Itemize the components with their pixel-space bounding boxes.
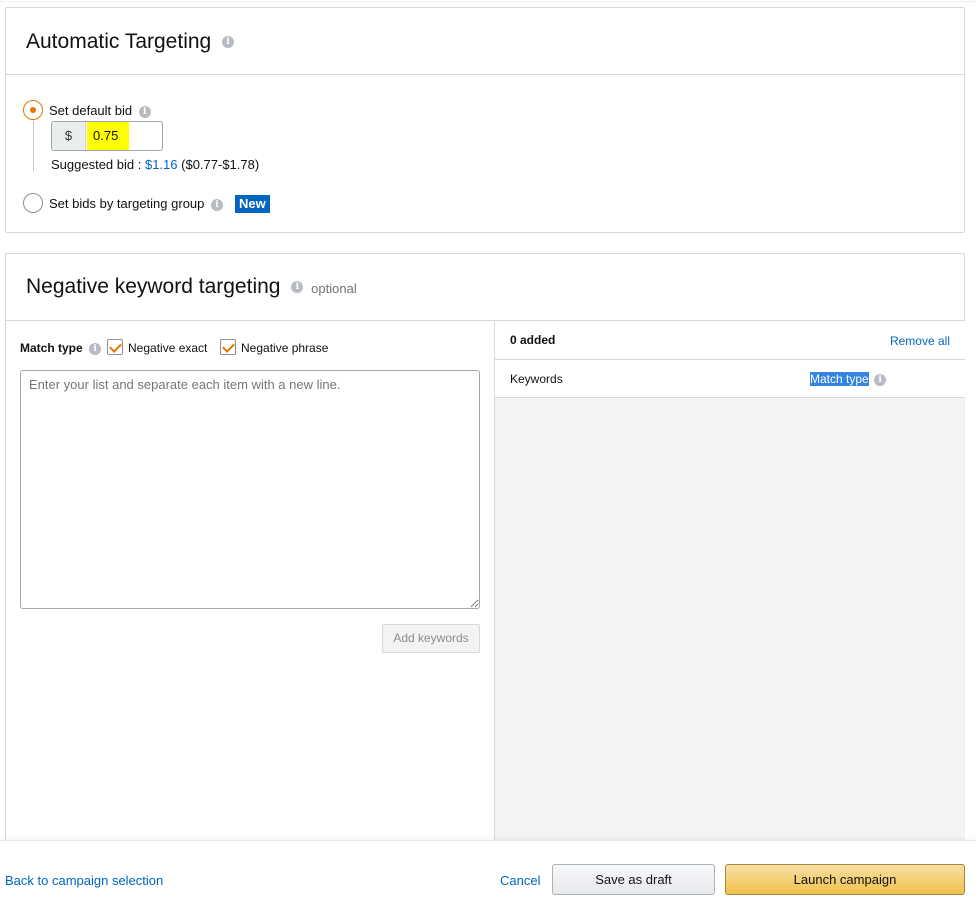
keyword-entry-pane: Match type i Negative exact Negative phr…	[6, 321, 494, 853]
bid-value[interactable]: 0.75	[87, 122, 129, 150]
targeting-group-label-row: Set bids by targeting group i	[49, 196, 224, 211]
info-icon[interactable]: i	[222, 36, 235, 49]
suggested-bid-row: Suggested bid : $1.16 ($0.77-$1.78)	[51, 157, 259, 172]
automatic-targeting-title: Automatic Targeting	[26, 30, 212, 53]
negative-keyword-title: Negative keyword targeting	[26, 275, 281, 298]
added-keywords-pane: 0 added Remove all Keywords Match type i	[494, 321, 965, 853]
info-icon[interactable]: i	[211, 198, 224, 211]
automatic-targeting-card: Automatic Targeting i Set default bid i …	[5, 7, 965, 233]
info-icon[interactable]: i	[138, 105, 151, 118]
card-title: Negative keyword targeting i optional	[26, 275, 357, 301]
card-header: Negative keyword targeting i optional	[6, 254, 964, 321]
add-keywords-button[interactable]: Add keywords	[382, 624, 480, 653]
keywords-textarea[interactable]	[20, 370, 480, 609]
radio-guide-line	[33, 121, 34, 171]
targeting-group-radio[interactable]	[23, 193, 43, 213]
footer-bar: Back to campaign selection Cancel Save a…	[0, 840, 976, 903]
negative-exact-checkbox[interactable]	[107, 339, 123, 355]
default-bid-label: Set default bid	[49, 103, 133, 118]
info-icon[interactable]: i	[89, 342, 102, 355]
col-match-type-wrap: Match type i	[810, 372, 887, 386]
added-count: 0 added	[510, 333, 556, 347]
currency-prefix: $	[52, 122, 86, 150]
negative-phrase-checkbox[interactable]	[220, 339, 236, 355]
remove-all-link[interactable]: Remove all	[890, 334, 950, 348]
suggested-bid-link[interactable]: $1.16	[145, 157, 178, 172]
save-draft-button[interactable]: Save as draft	[552, 864, 715, 895]
col-match-type: Match type	[810, 372, 869, 386]
added-header: 0 added Remove all	[495, 321, 965, 360]
targeting-group-label: Set bids by targeting group	[49, 196, 205, 211]
suggested-bid-range: ($0.77-$1.78)	[181, 157, 260, 172]
new-badge: New	[235, 195, 270, 213]
negative-phrase-label: Negative phrase	[241, 341, 329, 355]
default-bid-radio[interactable]	[23, 100, 43, 120]
negative-exact-label: Negative exact	[128, 341, 208, 355]
info-icon[interactable]: i	[291, 281, 304, 294]
match-type-label: Match type	[20, 341, 83, 355]
negative-keyword-card: Negative keyword targeting i optional Ma…	[5, 253, 965, 853]
col-keywords: Keywords	[510, 372, 563, 386]
default-bid-label-row: Set default bid i	[49, 103, 151, 118]
card-header: Automatic Targeting i	[6, 8, 964, 75]
back-to-campaign-link[interactable]: Back to campaign selection	[5, 873, 163, 888]
default-bid-input[interactable]: $ 0.75	[51, 121, 163, 151]
suggested-bid-label: Suggested bid :	[51, 157, 145, 172]
column-headers: Keywords Match type i	[495, 360, 965, 398]
info-icon[interactable]: i	[874, 373, 887, 386]
optional-label: optional	[311, 281, 357, 296]
launch-campaign-button[interactable]: Launch campaign	[725, 864, 965, 895]
cancel-link[interactable]: Cancel	[500, 873, 540, 888]
top-divider	[0, 0, 976, 2]
match-type-row: Match type i	[20, 341, 102, 355]
card-title: Automatic Targeting i	[26, 30, 235, 54]
